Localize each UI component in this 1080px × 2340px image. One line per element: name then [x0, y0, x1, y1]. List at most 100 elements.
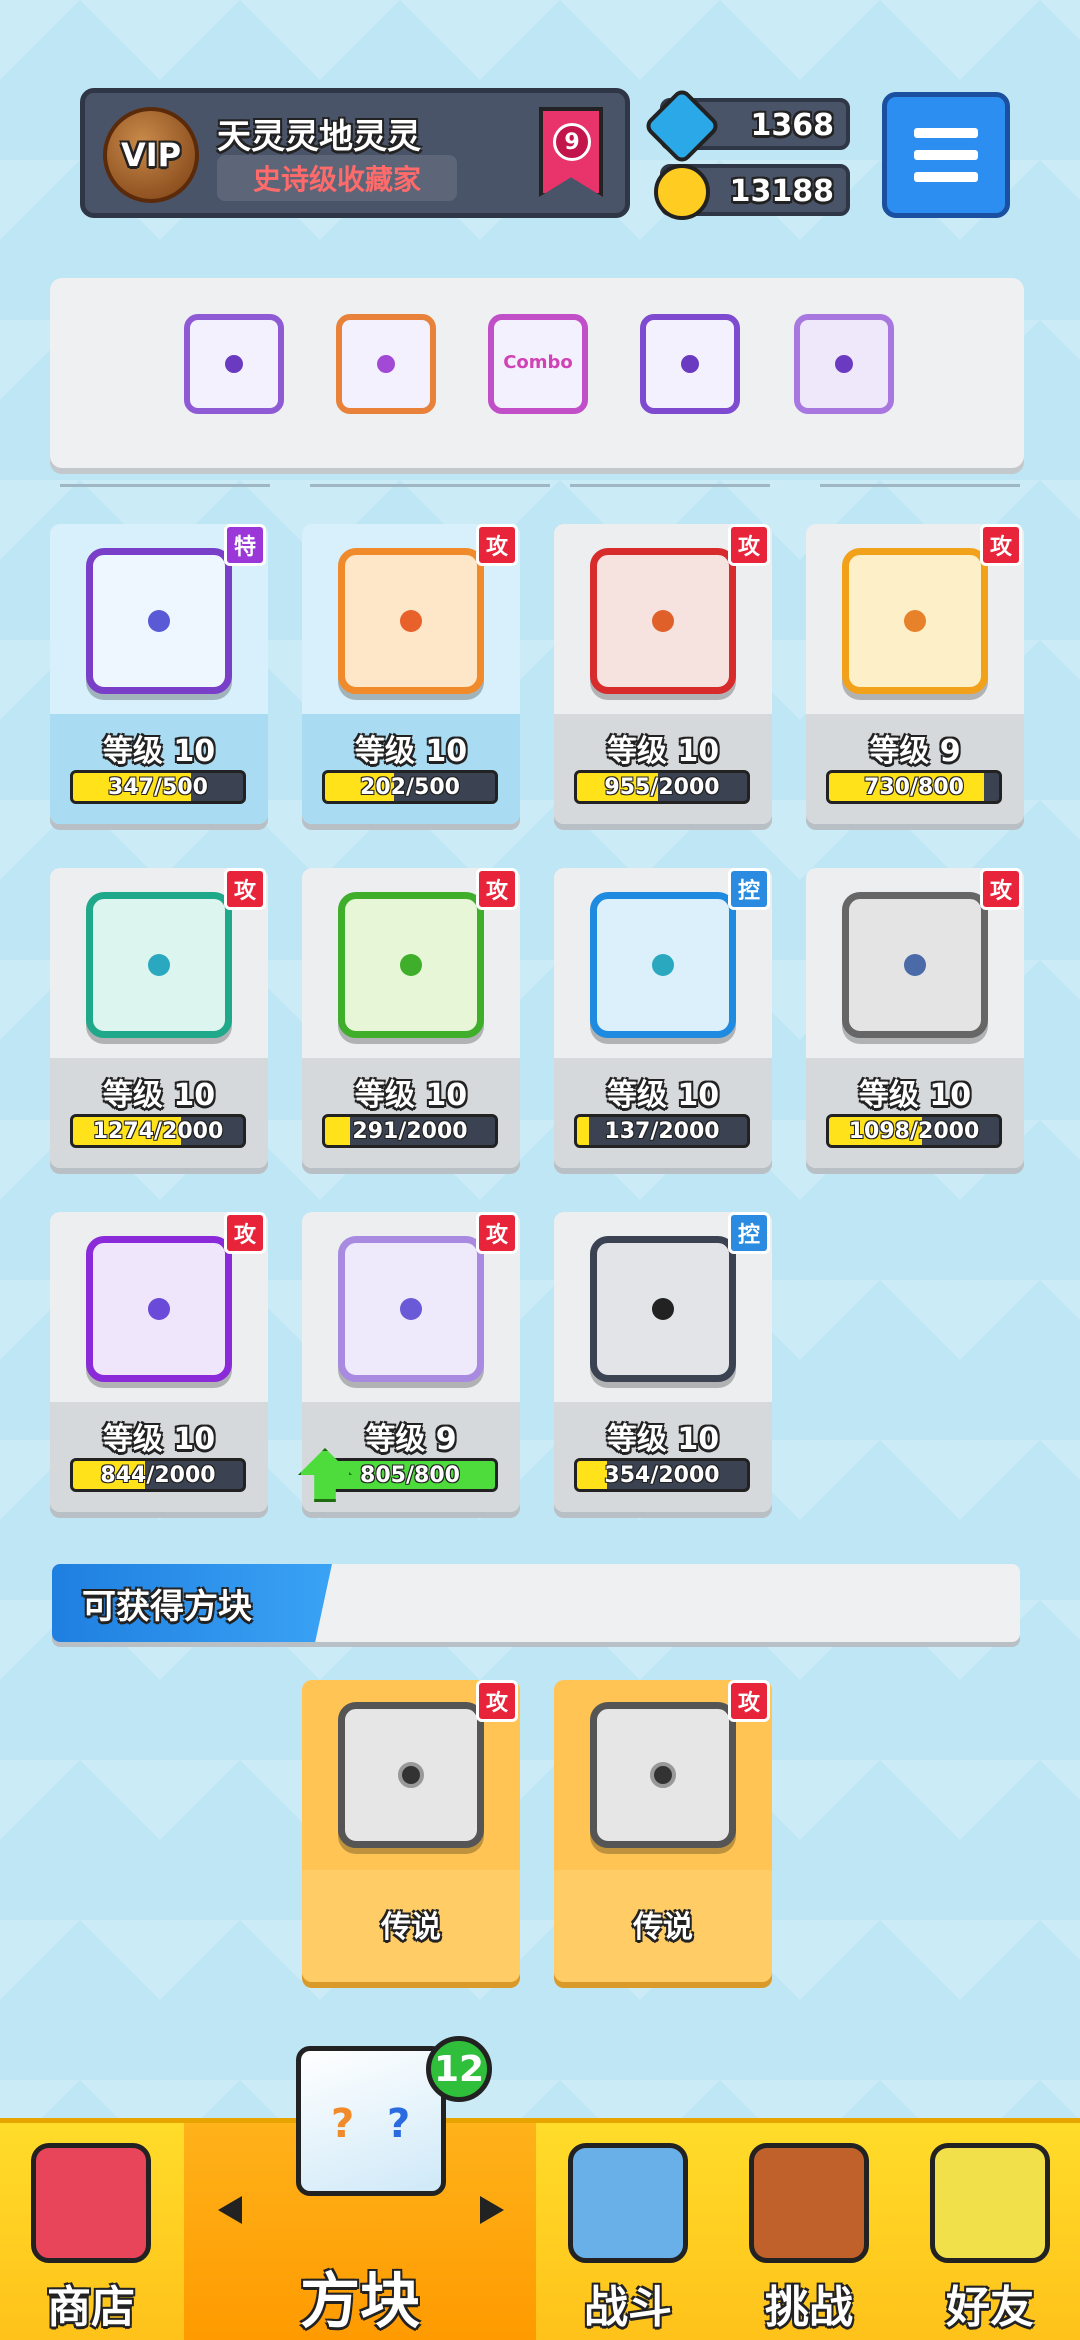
block-dot-icon	[652, 1298, 674, 1320]
block-card[interactable]: 控 等级 10 354/2000	[554, 1212, 772, 1512]
block-card[interactable]: 攻 等级 10 844/2000	[50, 1212, 268, 1512]
block-card[interactable]: 攻 等级 10 291/2000	[302, 868, 520, 1168]
shop-icon	[31, 2143, 151, 2263]
block-level: 等级 10	[606, 1422, 720, 1457]
question-cube-icon: ? ?	[296, 2046, 446, 2196]
block-level: 等级 10	[102, 1078, 216, 1113]
nav-friends-label: 好友	[946, 2282, 1034, 2333]
sword-shield-icon	[568, 2143, 688, 2263]
nav-next-arrow-icon[interactable]	[480, 2196, 504, 2224]
block-level: 等级 10	[606, 734, 720, 769]
nav-prev-arrow-icon[interactable]	[218, 2196, 242, 2224]
block-dot-icon	[904, 954, 926, 976]
progress-text: 730/800	[864, 775, 964, 800]
control-tag: 控	[728, 1212, 770, 1254]
block-level: 等级 10	[102, 734, 216, 769]
block-card[interactable]: 特 等级 10 347/500	[50, 524, 268, 824]
nav-battle[interactable]: 战斗	[538, 2123, 718, 2340]
nav-friends[interactable]: 好友	[900, 2123, 1080, 2340]
divider	[820, 484, 1020, 487]
block-dot-icon	[225, 355, 243, 373]
progress-bar: 291/2000	[322, 1114, 498, 1148]
special-tag: 特	[224, 524, 266, 566]
block-card[interactable]: 攻 等级 10 1098/2000	[806, 868, 1024, 1168]
attack-tag: 攻	[476, 524, 518, 566]
progress-bar: 1098/2000	[826, 1114, 1002, 1148]
divider	[60, 484, 270, 487]
progress-text: 955/2000	[604, 775, 720, 800]
deck-slot[interactable]	[640, 314, 740, 414]
progress-bar: 844/2000	[70, 1458, 246, 1492]
block-dot-icon	[652, 610, 674, 632]
block-level: 等级 10	[606, 1078, 720, 1113]
nav-shop-label: 商店	[47, 2282, 135, 2333]
poison-block-icon	[338, 892, 484, 1038]
rank-level: 9	[553, 123, 591, 161]
progress-text: 805/800	[360, 1463, 460, 1488]
control-tag: 控	[728, 868, 770, 910]
progress-bar: 347/500	[70, 770, 246, 804]
nav-blocks-label: 方块	[300, 2267, 420, 2337]
block-dot-icon	[148, 1298, 170, 1320]
progress-text: 354/2000	[604, 1463, 720, 1488]
progress-bar: 137/2000	[574, 1114, 750, 1148]
rarity-label: 传说	[381, 1910, 441, 1945]
blocks-count-badge: 12	[426, 2036, 492, 2102]
nav-battle-label: 战斗	[584, 2282, 672, 2333]
block-dot-icon	[377, 355, 395, 373]
deck-slot[interactable]	[336, 314, 436, 414]
legendary-block-card[interactable]: 攻 传说	[302, 1680, 520, 1982]
gem-counter[interactable]: 1368	[642, 86, 850, 166]
bow-block-icon	[338, 548, 484, 694]
block-icon	[86, 548, 232, 694]
wind-block-icon	[86, 892, 232, 1038]
menu-icon	[914, 128, 978, 138]
block-dot-icon	[904, 610, 926, 632]
deck-slot[interactable]	[184, 314, 284, 414]
coin-counter[interactable]: 13188	[654, 164, 850, 220]
attack-tag: 攻	[476, 1212, 518, 1254]
block-dot-icon	[400, 610, 422, 632]
block-card[interactable]: 攻 等级 10 1274/2000	[50, 868, 268, 1168]
player-profile-panel[interactable]: VIP 天灵灵地灵灵 史诗级收藏家 9	[80, 88, 630, 218]
fire-block-icon	[590, 548, 736, 694]
block-dot-icon	[650, 1762, 676, 1788]
attack-tag: 攻	[224, 1212, 266, 1254]
nav-shop[interactable]: 商店	[0, 2123, 182, 2340]
deck-slot[interactable]	[794, 314, 894, 414]
electric-block-icon	[842, 548, 988, 694]
nav-challenge[interactable]: 挑战	[720, 2123, 898, 2340]
progress-text: 844/2000	[100, 1463, 216, 1488]
progress-bar: 955/2000	[574, 770, 750, 804]
block-level: 等级 10	[858, 1078, 972, 1113]
block-card[interactable]: 攻 等级 9 805/800	[298, 1212, 520, 1512]
divider	[310, 484, 550, 487]
fort-icon	[749, 2143, 869, 2263]
block-card[interactable]: 攻 等级 10 955/2000	[554, 524, 772, 824]
legendary-block-card[interactable]: 攻 传说	[554, 1680, 772, 1982]
vip-badge: VIP	[103, 107, 199, 203]
block-level: 等级 9	[365, 1422, 457, 1457]
lock-block-icon	[590, 1236, 736, 1382]
progress-text: 347/500	[108, 775, 208, 800]
block-card[interactable]: 攻 等级 9 730/800	[806, 524, 1024, 824]
question-mark-icon: ?	[331, 2101, 355, 2147]
nav-challenge-label: 挑战	[765, 2282, 853, 2333]
deck-slot[interactable]: Combo	[488, 314, 588, 414]
attack-tag: 攻	[476, 1680, 518, 1722]
block-card[interactable]: 控 等级 10 137/2000	[554, 868, 772, 1168]
ice-block-icon	[590, 892, 736, 1038]
progress-text: 137/2000	[604, 1119, 720, 1144]
gem-icon	[642, 86, 722, 166]
attack-tag: 攻	[224, 868, 266, 910]
block-dot-icon	[400, 1298, 422, 1320]
coin-amount: 13188	[729, 174, 834, 209]
block-card[interactable]: 攻 等级 10 202/500	[302, 524, 520, 824]
bottom-nav: 商店 方块 战斗 挑战 好友	[0, 2118, 1080, 2340]
combo-label: Combo	[503, 352, 573, 373]
gem-amount: 1368	[750, 108, 835, 143]
attack-tag: 攻	[980, 868, 1022, 910]
progress-text: 202/500	[360, 775, 460, 800]
menu-button[interactable]	[882, 92, 1010, 218]
block-dot-icon	[652, 954, 674, 976]
